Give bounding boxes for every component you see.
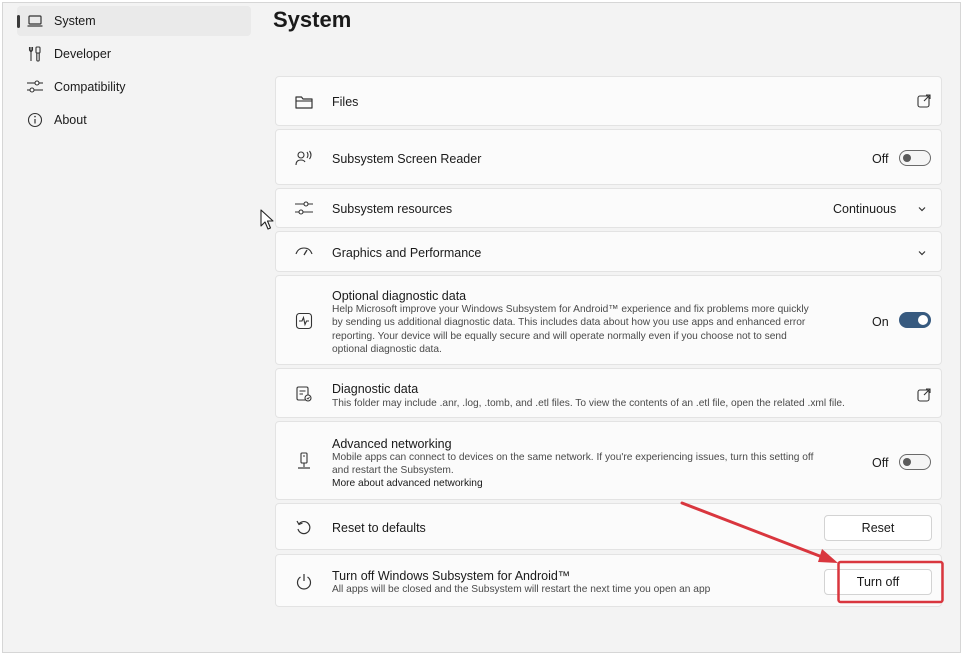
annotation-overlay bbox=[680, 501, 944, 604]
annotation-arrow bbox=[680, 501, 832, 562]
annotation-highlight-box bbox=[837, 560, 944, 604]
annotation-arrowhead bbox=[818, 549, 838, 563]
